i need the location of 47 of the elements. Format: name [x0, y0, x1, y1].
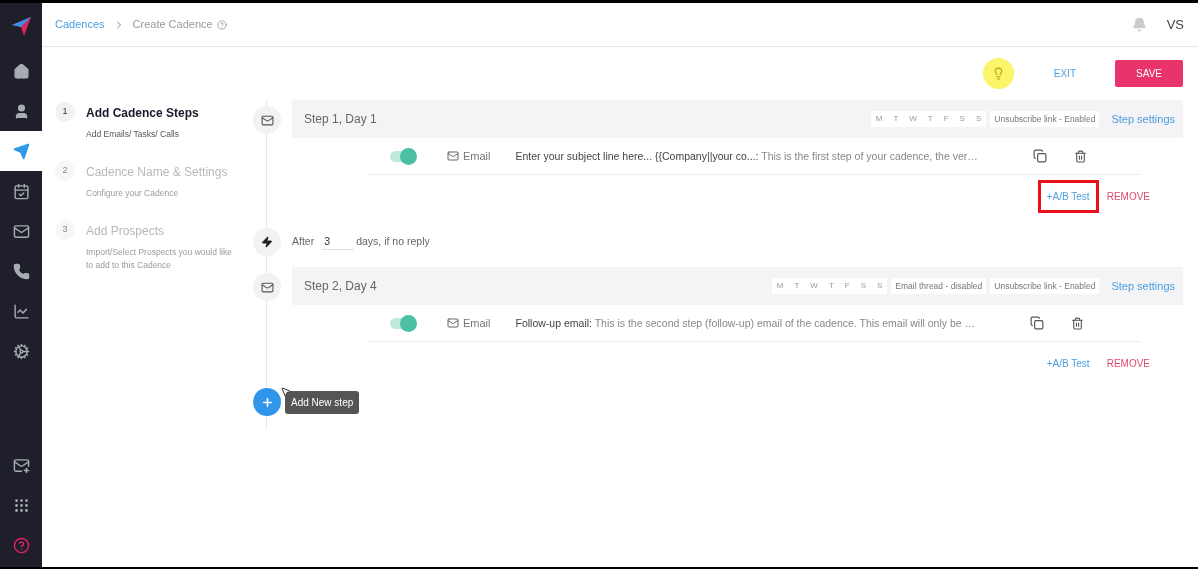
- days-input[interactable]: 3: [322, 233, 355, 251]
- day-letter: S: [958, 113, 966, 125]
- email-preview: Follow-up email: This is the second step (follow-up) email of the cadence. This email will only be …: [515, 316, 975, 331]
- step-flag: Email thread - disabled: [891, 277, 987, 295]
- day-letter: T: [793, 280, 801, 292]
- step-title: Step 2, Day 4: [304, 278, 377, 295]
- tooltip: Add New step: [285, 390, 360, 414]
- wizard-step-subtitle: Import/Select Prospects you would like to add to this Cadence: [86, 246, 233, 272]
- step-settings-link[interactable]: Step settings: [1111, 277, 1175, 295]
- day-letter: F: [843, 280, 851, 292]
- email-type: Email: [463, 148, 491, 164]
- wizard-step-subtitle: Configure your Cadence: [86, 187, 180, 200]
- email-type: Email: [463, 315, 491, 331]
- day-letter: M: [775, 280, 785, 292]
- ab-test-link[interactable]: +A/B Test: [1037, 179, 1099, 213]
- exit-button[interactable]: EXIT: [1049, 66, 1080, 81]
- wizard-step-title[interactable]: Add Cadence Steps: [86, 104, 236, 122]
- remove-link[interactable]: REMOVE: [1106, 355, 1150, 371]
- step-flag: Unsubscribe link - Enabled: [990, 277, 1100, 295]
- step-title: Step 1, Day 1: [304, 111, 377, 128]
- day-letter: M: [874, 113, 884, 125]
- day-letter: S: [859, 280, 867, 292]
- user-avatar[interactable]: VS: [1166, 14, 1184, 35]
- remove-link[interactable]: REMOVE: [1106, 188, 1150, 204]
- day-letter: T: [827, 280, 835, 292]
- wait-label: days, if no reply: [356, 234, 430, 250]
- breadcrumb-current: Create Cadence: [132, 17, 213, 33]
- wait-label: After: [292, 234, 315, 250]
- day-letter: T: [892, 113, 900, 125]
- day-letter: S: [876, 280, 884, 292]
- step-settings-link[interactable]: Step settings: [1111, 110, 1175, 128]
- step-number: 3: [55, 220, 75, 240]
- day-letter: F: [942, 113, 950, 125]
- day-letter: S: [974, 113, 983, 125]
- day-letter: W: [908, 113, 918, 125]
- save-button[interactable]: SAVE: [1115, 60, 1183, 87]
- day-letter: W: [809, 280, 819, 292]
- wizard-step-title[interactable]: Cadence Name & Settings: [86, 163, 236, 181]
- step-number: 2: [55, 161, 75, 181]
- step-flag: Unsubscribe link - Enabled: [990, 110, 1100, 128]
- day-letter: T: [926, 113, 934, 125]
- email-preview: Enter your subject line here... {{Company||your co...: This is the first step of your cadence, the ver…: [515, 149, 978, 164]
- ab-test-link[interactable]: +A/B Test: [1037, 346, 1099, 380]
- wizard-step-subtitle: Add Emails/ Tasks/ Calls: [86, 128, 180, 141]
- breadcrumb-link[interactable]: Cadences: [55, 16, 105, 33]
- step-number: 1: [55, 102, 75, 122]
- wizard-step-title[interactable]: Add Prospects: [86, 222, 236, 240]
